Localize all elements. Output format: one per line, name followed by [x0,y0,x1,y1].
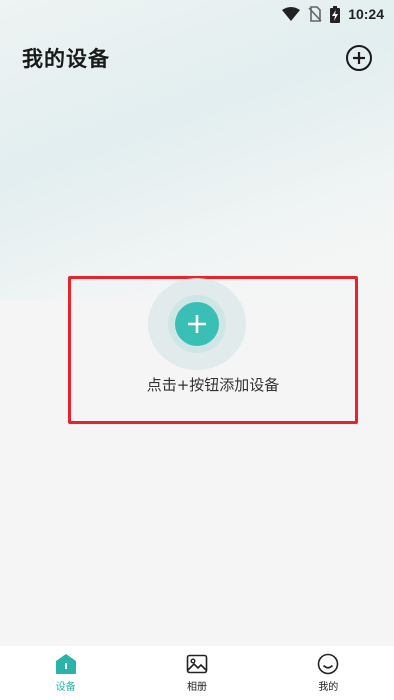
empty-state-hint: 点击+按钮添加设备 [146,376,280,394]
smile-icon [318,653,339,675]
image-icon [186,654,208,674]
header: 我的设备 [0,36,394,80]
page-title: 我的设备 [22,47,110,71]
tab-album-label: 相册 [186,682,207,693]
home-icon [55,654,76,674]
status-time: 10:24 [348,6,384,22]
plus-icon [188,315,206,333]
empty-state-add-halo [148,278,246,370]
battery-charging-icon [330,5,341,23]
empty-state-add-button[interactable] [175,302,219,346]
status-bar: 10:24 [0,0,394,28]
tab-album[interactable]: 相册 [131,646,262,700]
tab-devices-label: 设备 [55,682,76,693]
bottom-tab-bar: 设备 相册 我的 [0,646,394,700]
tab-devices[interactable]: 设备 [0,646,131,700]
plus-circle-icon [353,52,365,64]
tab-me[interactable]: 我的 [263,646,394,700]
no-sim-icon [308,6,322,22]
add-device-button[interactable] [346,45,372,71]
empty-state-add-ring [168,295,226,353]
tab-me-label: 我的 [318,682,339,693]
wifi-icon [282,7,301,21]
